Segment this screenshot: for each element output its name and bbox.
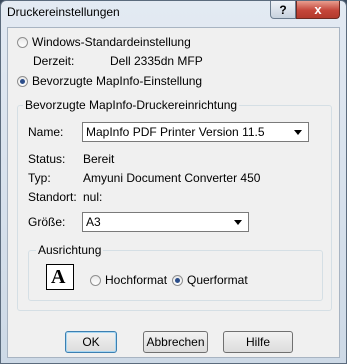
windows-default-label[interactable]: Windows-Standardeinstellung [32,35,191,49]
chevron-down-icon [294,130,302,135]
status-value: Bereit [83,152,115,166]
close-button[interactable]: x [296,1,340,19]
portrait-radio[interactable] [90,275,101,286]
printer-name-dropdown[interactable]: MapInfo PDF Printer Version 11.5 [82,122,309,142]
ok-button[interactable]: OK [65,331,117,353]
paper-size-value: A3 [86,215,101,229]
name-label: Name: [28,125,64,139]
current-printer-label: Derzeit: [33,54,75,68]
cancel-button[interactable]: Abbrechen [143,331,208,353]
help-title-button[interactable]: ? [270,1,296,19]
location-value: nul: [83,190,103,204]
windows-default-radio[interactable] [17,37,28,48]
window-title: Druckereinstellungen [7,5,120,19]
portrait-label[interactable]: Hochformat [105,273,167,287]
landscape-radio[interactable] [172,275,183,286]
type-value: Amyuni Document Converter 450 [83,171,261,185]
printer-name-value: MapInfo PDF Printer Version 11.5 [86,125,265,139]
preferred-printer-group-legend: Bevorzugte MapInfo-Druckereinrichtung [23,98,240,112]
orientation-group-legend: Ausrichtung [36,243,104,257]
mapinfo-preferred-label[interactable]: Bevorzugte MapInfo-Einstellung [32,74,202,88]
location-label: Standort: [28,190,77,204]
paper-size-dropdown[interactable]: A3 [82,212,249,232]
mapinfo-preferred-radio[interactable] [17,76,28,87]
title-bar[interactable]: Druckereinstellungen ? x [1,1,346,23]
dialog-window: Druckereinstellungen ? x Windows-Standar… [0,0,347,364]
current-printer-value: Dell 2335dn MFP [110,54,203,68]
landscape-label[interactable]: Querformat [187,273,248,287]
size-label: Größe: [28,215,66,229]
orientation-icon: A [46,264,74,290]
type-label: Typ: [28,171,51,185]
help-button[interactable]: Hilfe [223,331,293,353]
orientation-icon-letter: A [51,266,66,288]
status-label: Status: [28,152,66,166]
chevron-down-icon [234,220,242,225]
